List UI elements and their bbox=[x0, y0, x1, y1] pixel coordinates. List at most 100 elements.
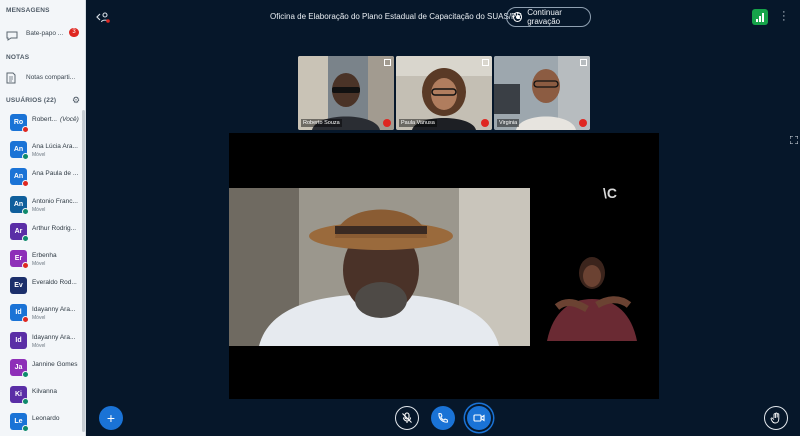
video-button[interactable] bbox=[467, 406, 491, 430]
presenter-frame bbox=[229, 188, 530, 346]
user-list-item[interactable]: Ja Jannine Gomes bbox=[8, 358, 82, 380]
user-status-icon bbox=[22, 398, 29, 405]
top-bar: Oficina de Elaboração do Plano Estadual … bbox=[86, 0, 800, 36]
fullscreen-icon[interactable] bbox=[580, 59, 587, 66]
users-title: USUÁRIOS (22) bbox=[6, 97, 57, 104]
user-device-label: Móvel bbox=[32, 152, 46, 159]
user-name-text: Jannine Gomes bbox=[32, 360, 78, 368]
avatar: Ev bbox=[10, 277, 27, 295]
user-device-label: Móvel bbox=[32, 342, 46, 349]
user-name-text: Idayanny Ara... bbox=[32, 333, 76, 341]
user-name: Leonardo bbox=[32, 415, 84, 422]
user-name: Everaldo Rod... bbox=[32, 279, 84, 286]
user-list-item[interactable]: Er Erbenha Móvel bbox=[8, 249, 82, 271]
user-list-item[interactable]: Ki Kilvanna bbox=[8, 385, 82, 407]
user-name-text: Idayanny Ara... bbox=[32, 306, 76, 314]
shared-notes-item[interactable]: Notas comparti... bbox=[6, 68, 81, 86]
connection-status-icon[interactable] bbox=[752, 9, 768, 25]
stage-logo: \C bbox=[603, 185, 617, 201]
user-status-icon bbox=[22, 425, 29, 433]
gear-icon[interactable]: ⚙ bbox=[72, 96, 81, 105]
user-name: Robert... (Você) bbox=[32, 116, 84, 123]
user-device-label: Móvel bbox=[32, 206, 46, 213]
user-name-text: Ana Paula de ... bbox=[32, 170, 79, 178]
video-tile-1[interactable]: Roberto Souza bbox=[298, 56, 394, 130]
chat-unread-badge: 3 bbox=[69, 28, 79, 37]
actions-button[interactable]: + bbox=[99, 406, 123, 430]
interpreter-video bbox=[537, 251, 647, 341]
mute-button[interactable] bbox=[395, 406, 419, 430]
muted-mic-icon bbox=[481, 119, 489, 127]
participant-name: Roberto Souza bbox=[301, 119, 342, 127]
presenter-video bbox=[229, 188, 530, 346]
user-name: Erbenha bbox=[32, 252, 84, 259]
interpreter-figure bbox=[547, 257, 637, 341]
user-name: Ana Lúcia Ara... bbox=[32, 143, 84, 150]
plus-icon: + bbox=[106, 410, 116, 426]
muted-mic-icon bbox=[383, 119, 391, 127]
user-status-icon bbox=[22, 126, 29, 133]
user-name-text: Everaldo Rod... bbox=[32, 279, 77, 287]
video-tile-2[interactable]: Paula Vanusa bbox=[396, 56, 492, 130]
mic-off-icon bbox=[402, 412, 412, 423]
user-name: Kilvanna bbox=[32, 388, 84, 395]
user-status-icon bbox=[22, 262, 29, 269]
user-name-text: Robert... bbox=[32, 116, 57, 123]
user-list-item[interactable]: Ev Everaldo Rod... bbox=[8, 276, 82, 298]
hand-icon bbox=[770, 412, 780, 424]
user-status-icon bbox=[22, 370, 29, 378]
user-name: Jannine Gomes bbox=[32, 361, 84, 368]
user-list-item[interactable]: An Ana Lúcia Ara... Móvel bbox=[8, 140, 82, 162]
user-status-icon bbox=[22, 180, 29, 188]
user-list-item[interactable]: Id Idayanny Ara... Móvel bbox=[8, 331, 82, 353]
user-name: Arthur Rodrig... bbox=[32, 225, 84, 232]
participant-name: Paula Vanusa bbox=[399, 119, 437, 127]
muted-mic-icon bbox=[579, 119, 587, 127]
public-chat-item[interactable]: Bate-papo ... 3 bbox=[6, 24, 81, 42]
user-list-item[interactable]: Id Idayanny Ara... Móvel bbox=[8, 303, 82, 325]
record-icon bbox=[513, 12, 523, 22]
user-list-item[interactable]: An Ana Paula de ... bbox=[8, 167, 82, 189]
user-list-item[interactable]: Ro Robert... (Você) bbox=[8, 113, 82, 135]
fullscreen-icon[interactable] bbox=[384, 59, 391, 66]
user-list-item[interactable]: Le Leonardo bbox=[8, 412, 82, 434]
fullscreen-icon[interactable] bbox=[482, 59, 489, 66]
user-status-icon bbox=[22, 316, 29, 324]
user-name-text: Kilvanna bbox=[32, 388, 57, 395]
user-device-label: Móvel bbox=[32, 261, 46, 267]
phone-icon bbox=[438, 412, 449, 423]
user-device-label: Móvel bbox=[32, 315, 46, 322]
user-name-text: Erbenha bbox=[32, 252, 57, 259]
chat-label: Bate-papo ... bbox=[26, 29, 64, 37]
user-name-text: Leonardo bbox=[32, 415, 60, 423]
camera-icon bbox=[473, 414, 485, 422]
user-list-item[interactable]: An Antonio Franc... Móvel bbox=[8, 195, 82, 217]
toggle-userlist-icon[interactable] bbox=[96, 11, 110, 25]
user-name-text: Antonio Franc... bbox=[32, 197, 78, 205]
user-name: Idayanny Ara... bbox=[32, 306, 84, 313]
user-list-item[interactable]: Ar Arthur Rodrig... bbox=[8, 222, 82, 244]
user-status-icon bbox=[22, 234, 29, 242]
video-tile-3[interactable]: Virginia bbox=[494, 56, 590, 130]
user-list-scrollbar[interactable] bbox=[82, 110, 85, 432]
notes-icon bbox=[6, 71, 18, 84]
notes-label: Notas comparti... bbox=[26, 73, 76, 81]
user-name-text: Ana Lúcia Ara... bbox=[32, 143, 78, 151]
avatar: Id bbox=[10, 331, 27, 349]
expand-icon[interactable] bbox=[789, 135, 799, 145]
audio-button[interactable] bbox=[431, 406, 455, 430]
sidebar: MENSAGENS Bate-papo ... 3 NOTAS Notas co… bbox=[0, 0, 86, 436]
meeting-title: Oficina de Elaboração do Plano Estadual … bbox=[270, 12, 522, 21]
user-status-icon bbox=[22, 207, 29, 215]
record-button[interactable]: Continuar gravação bbox=[506, 7, 591, 27]
record-label: Continuar gravação bbox=[527, 8, 562, 26]
participant-name: Virginia bbox=[497, 119, 520, 127]
notes-title: NOTAS bbox=[6, 54, 30, 61]
user-status-icon bbox=[22, 153, 29, 161]
messages-title: MENSAGENS bbox=[6, 7, 50, 14]
main-presentation: \C bbox=[229, 133, 659, 399]
user-name: Antonio Franc... bbox=[32, 198, 84, 205]
raise-hand-button[interactable] bbox=[764, 406, 788, 430]
more-options-icon[interactable]: · · · bbox=[782, 7, 788, 26]
you-label: (Você) bbox=[59, 116, 79, 123]
